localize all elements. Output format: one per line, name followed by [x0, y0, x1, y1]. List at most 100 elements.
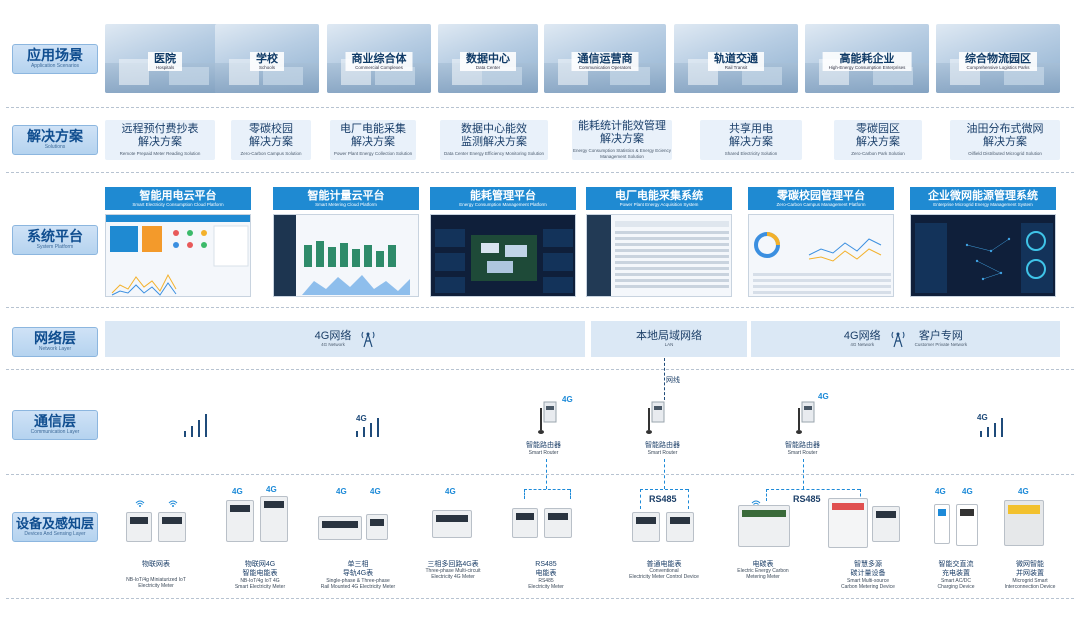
rs485-link-line	[640, 489, 641, 509]
rs485-link-line	[664, 459, 665, 489]
solution-subtitle: Oilfield Distributed Microgrid Solution	[968, 151, 1042, 156]
scenario-telecom[interactable]: 通信运营商 Communication Operators	[544, 24, 666, 93]
solution-energy-stats[interactable]: 能耗统计能效管理 解决方案 Energy Consumption Statist…	[572, 120, 672, 160]
router-subtitle: Smart Router	[528, 450, 559, 456]
solution-subtitle: Zero-Carbon Park Solution	[851, 151, 905, 156]
solution-subtitle: Power Plant Energy Collection Solution	[333, 151, 413, 156]
device-title: 智慧多源	[854, 561, 882, 568]
scenario-commercial[interactable]: 商业综合体 Commercial Complexes	[327, 24, 431, 93]
scenario-subtitle: Data Center	[475, 65, 501, 70]
platform-electricity-cloud[interactable]: 智能用电云平台 Smart Electricity Consumption Clo…	[105, 187, 251, 297]
multi-source-carbon-device-image	[828, 498, 868, 548]
layer-label-network: 网络层 Network Layer	[12, 327, 98, 357]
scenario-rail[interactable]: 轨道交通 Rail Transit	[674, 24, 798, 93]
row-divider	[6, 172, 1074, 173]
solution-subtitle: Shared Electricity Solution	[724, 151, 778, 156]
signal-bars-icon	[184, 414, 207, 437]
platform-subtitle: Enterprise Microgrid Energy Management S…	[933, 201, 1033, 207]
scenario-subtitle: Communication Operators	[578, 65, 632, 70]
device-subtitle2: Electricity Meter Control Device	[629, 574, 699, 580]
device-title: 微网智能	[1016, 561, 1044, 568]
scenario-school[interactable]: 学校 Schools	[215, 24, 319, 93]
device-subtitle2: Electricity 4G Meter	[431, 574, 475, 580]
scenario-subtitle: Hospitals	[155, 65, 175, 70]
scenario-title: 商业综合体	[351, 53, 407, 65]
antenna-tower-icon	[891, 331, 905, 348]
solution-line2: 解决方案	[249, 136, 293, 148]
rs485-meter-image	[512, 508, 538, 538]
scenario-hospital[interactable]: 医院 Hospitals	[105, 24, 225, 93]
solution-power-plant[interactable]: 电厂电能采集 解决方案 Power Plant Energy Collectio…	[330, 120, 416, 160]
router-subtitle: Smart Router	[647, 450, 678, 456]
row-divider	[6, 369, 1074, 370]
platform-power-plant[interactable]: 电厂电能采集系统 Power Plant Energy Acquisition S…	[586, 187, 732, 297]
device-4g-tag: 4G	[962, 487, 973, 496]
layer-title: 网络层	[34, 330, 76, 346]
solution-line2: 解决方案	[983, 136, 1027, 148]
multi-source-carbon-device-image	[872, 506, 900, 542]
row-divider	[6, 598, 1074, 599]
device-4g-smart-meter[interactable]: 物联网4G 智能电能表 NB-IoT/4g IoT 4G Smart Elect…	[220, 560, 300, 590]
solution-campus[interactable]: 零碳校园 解决方案 Zero-Carbon Campus Solution	[231, 120, 311, 160]
device-4g-tag: 4G	[336, 487, 347, 496]
solution-line2: 解决方案	[351, 136, 395, 148]
device-rs485-meter[interactable]: RS485 电能表 RS485 Electricity Meter	[516, 560, 576, 590]
device-iot-meter[interactable]: 物联网表 NB-IoT/4g Miniaturized IoT Electric…	[118, 560, 194, 589]
device-multi-source-carbon[interactable]: 智慧多源 碳计量设备 Smart Multi-source Carbon Met…	[832, 560, 904, 590]
scenario-data-center[interactable]: 数据中心 Data Center	[438, 24, 538, 93]
scenario-subtitle: High-Energy Consumption Enterprises	[828, 65, 906, 70]
solution-shared[interactable]: 共享用电 解决方案 Shared Electricity Solution	[700, 120, 802, 160]
wired-label: 网线	[666, 377, 680, 384]
device-subtitle2: Electricity Meter	[138, 583, 174, 589]
smart-router-icon	[796, 401, 815, 434]
solution-subtitle: Zero-Carbon Campus Solution	[240, 151, 302, 156]
layer-title: 通信层	[34, 413, 76, 429]
device-title: 单三相	[347, 561, 369, 568]
rs485-link-line	[766, 489, 860, 490]
device-charger[interactable]: 智能交直流 充电装置 Smart AC/DC Charging Device	[926, 560, 986, 590]
conventional-meter-image	[666, 512, 694, 542]
device-4g-tag: 4G	[266, 485, 277, 494]
network-title: 本地局域网络	[636, 330, 702, 342]
platform-zero-carbon-campus[interactable]: 零碳校园管理平台 Zero-Carbon Campus Management Pl…	[748, 187, 894, 297]
scenario-title: 数据中心	[466, 53, 510, 65]
platform-screenshot	[273, 214, 419, 297]
solution-line2: 解决方案	[138, 136, 182, 148]
device-subtitle2: Electricity Meter	[528, 584, 564, 590]
platform-microgrid-ems[interactable]: 企业微网能源管理系统 Enterprise Microgrid Energy Ma…	[910, 187, 1056, 297]
solution-data-center[interactable]: 数据中心能效 监测解决方案 Data Center Energy Efficie…	[440, 120, 548, 160]
rs485-link-line	[570, 489, 571, 499]
device-microgrid[interactable]: 微网智能 并网装置 Microgrid Smart Interconnectio…	[998, 560, 1062, 590]
solution-microgrid[interactable]: 油田分布式微网 解决方案 Oilfield Distributed Microg…	[950, 120, 1060, 160]
rail-meter-image	[318, 516, 362, 540]
device-conventional-meter[interactable]: 普通电能表 Conventional Electricity Meter Con…	[622, 560, 706, 580]
scenario-title: 医院	[154, 53, 176, 65]
solution-zero-carbon-park[interactable]: 零碳园区 解决方案 Zero-Carbon Park Solution	[834, 120, 922, 160]
solution-line1: 零碳校园	[249, 123, 293, 135]
network-subtitle: Customer Private Network	[914, 342, 968, 347]
solution-prepaid[interactable]: 远程预付费抄表 解决方案 Remote Prepaid Meter Readin…	[105, 120, 215, 160]
device-title2: 充电装置	[942, 570, 970, 577]
microgrid-device-image	[1004, 500, 1044, 546]
device-carbon-meter[interactable]: 电碳表 Electric Energy Carbon Metering Mete…	[728, 560, 798, 580]
platform-title: 智能用电云平台	[139, 189, 217, 202]
scenario-title: 通信运营商	[577, 53, 633, 65]
device-rail-meter[interactable]: 单三相 导轨4G表 Single-phase & Three-phase Rai…	[314, 560, 402, 590]
multi-circuit-meter-image	[432, 510, 472, 538]
platform-screenshot	[910, 214, 1056, 297]
device-multi-circuit-meter[interactable]: 三相多回路4G表 Three-phase Multi-circuit Elect…	[418, 560, 488, 580]
rs485-meter-image	[544, 508, 572, 538]
platform-energy-management[interactable]: 能耗管理平台 Energy Consumption Management Plat…	[430, 187, 576, 297]
scenario-logistics[interactable]: 综合物流园区 Comprehensive Logistics Parks	[936, 24, 1060, 93]
layer-label-devices: 设备及感知层 Devices And Sensing Layer	[12, 512, 98, 542]
iot-meter-image	[158, 512, 186, 542]
platform-title: 零碳校园管理平台	[777, 189, 865, 202]
platform-metering-cloud[interactable]: 智能计量云平台 Smart Metering Cloud Platform	[273, 187, 419, 297]
platform-subtitle: Smart Electricity Consumption Cloud Plat…	[132, 201, 224, 207]
router-title: 智能路由器	[785, 442, 820, 449]
rs485-label: RS485	[793, 494, 821, 504]
scenario-high-energy[interactable]: 高能耗企业 High-Energy Consumption Enterprises	[805, 24, 929, 93]
solution-line2: 解决方案	[729, 136, 773, 148]
smart-router-icon	[538, 401, 557, 434]
router-label: 智能路由器 Smart Router	[645, 441, 680, 456]
